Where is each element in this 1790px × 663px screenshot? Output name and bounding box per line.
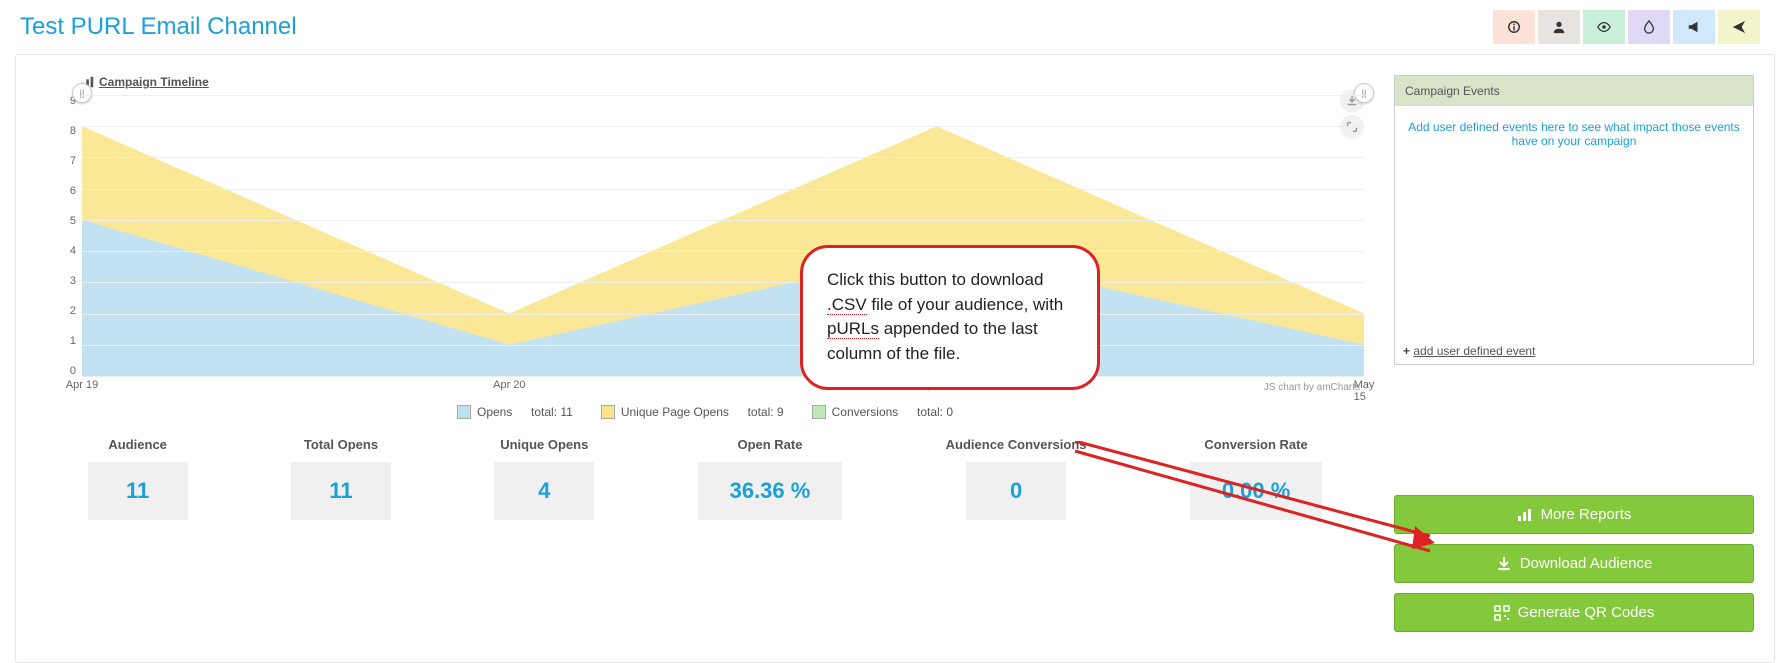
download-audience-button[interactable]: Download Audience (1394, 544, 1754, 583)
grid-line (82, 314, 1364, 315)
stat-tile: Audience 11 (88, 437, 188, 520)
stat-value: 36.36 % (698, 462, 843, 520)
stats-row: Audience 11 Total Opens 11 Unique Opens 4 Open… (36, 437, 1374, 520)
bullhorn-icon[interactable] (1673, 10, 1715, 44)
y-tick: 2 (46, 305, 76, 317)
stat-tile: Open Rate 36.36 % (698, 437, 843, 520)
legend-item[interactable]: Unique Page Opens total: 9 (601, 405, 784, 419)
grid-line (82, 189, 1364, 190)
stat-label: Open Rate (698, 437, 843, 452)
y-tick: 3 (46, 275, 76, 287)
stat-label: Conversion Rate (1190, 437, 1323, 452)
legend-item[interactable]: Opens total: 11 (457, 405, 573, 419)
stat-value: 11 (291, 462, 391, 520)
stat-tile: Unique Opens 4 (494, 437, 594, 520)
swatch-icon (601, 405, 615, 419)
y-tick: 1 (46, 335, 76, 347)
main-panel: Campaign Timeline 9 8 7 6 5 4 3 2 1 0 || || Apr 1… (15, 54, 1775, 663)
stat-value: 4 (494, 462, 594, 520)
send-icon[interactable] (1718, 10, 1760, 44)
header-icon-bar (1493, 10, 1760, 44)
stat-label: Total Opens (291, 437, 391, 452)
y-tick: 0 (46, 365, 76, 377)
grid-line (82, 220, 1364, 221)
more-reports-button[interactable]: More Reports (1394, 495, 1754, 534)
stat-value: 0 (966, 462, 1066, 520)
legend-label: Unique Page Opens (621, 405, 729, 419)
bars-icon (1517, 507, 1533, 523)
grid-line (82, 251, 1364, 252)
x-tick: Apr 19 (66, 379, 98, 391)
y-tick: 7 (46, 155, 76, 167)
events-body: Add user defined events here to see what… (1395, 106, 1753, 338)
grid-line (82, 157, 1364, 158)
chart-plot-area: || || (82, 95, 1364, 377)
add-event-link[interactable]: add user defined event (1413, 344, 1535, 358)
legend-label: Conversions (832, 405, 899, 419)
callout-text: Click this button to download (827, 270, 1043, 289)
callout-csv: .CSV (827, 295, 867, 315)
y-tick: 6 (46, 185, 76, 197)
events-header: Campaign Events (1395, 76, 1753, 106)
callout-purls: pURLs (827, 319, 879, 339)
generate-qr-button[interactable]: Generate QR Codes (1394, 593, 1754, 632)
y-tick: 4 (46, 245, 76, 257)
swatch-icon (457, 405, 471, 419)
stat-value: 11 (88, 462, 188, 520)
stat-tile: Audience Conversions 0 (946, 437, 1087, 520)
plus-icon: + (1403, 344, 1413, 358)
callout-annotation: Click this button to download .CSV file … (800, 245, 1100, 390)
stat-tile: Total Opens 11 (291, 437, 391, 520)
stat-tile: Conversion Rate 0.00 % (1190, 437, 1323, 520)
x-tick: Apr 20 (493, 379, 525, 391)
info-icon[interactable] (1493, 10, 1535, 44)
drop-icon[interactable] (1628, 10, 1670, 44)
stat-label: Unique Opens (494, 437, 594, 452)
page-title: Test PURL Email Channel (20, 13, 297, 41)
download-icon (1496, 556, 1512, 572)
timeline-title-text: Campaign Timeline (99, 75, 209, 89)
timeline-chart: 9 8 7 6 5 4 3 2 1 0 || || Apr 19Apr 20Apr 27May 1… (46, 95, 1374, 395)
range-slider-left[interactable]: || (72, 83, 92, 103)
y-tick: 5 (46, 215, 76, 227)
swatch-icon (812, 405, 826, 419)
y-axis: 9 8 7 6 5 4 3 2 1 0 (46, 95, 76, 377)
legend-item[interactable]: Conversions total: 0 (812, 405, 953, 419)
button-label: Download Audience (1520, 555, 1653, 572)
legend-total: total: 9 (748, 405, 784, 419)
legend-total: total: 0 (917, 405, 953, 419)
eye-icon[interactable] (1583, 10, 1625, 44)
range-slider-right[interactable]: || (1354, 83, 1374, 103)
chart-credit: JS chart by amCharts (1264, 382, 1360, 393)
chart-legend: Opens total: 11 Unique Page Opens total:… (36, 405, 1374, 419)
button-label: More Reports (1541, 506, 1632, 523)
legend-label: Opens (477, 405, 512, 419)
timeline-header[interactable]: Campaign Timeline (81, 75, 209, 89)
grid-line (82, 95, 1364, 96)
qr-icon (1494, 605, 1510, 621)
x-axis: Apr 19Apr 20Apr 27May 15 (82, 379, 1364, 395)
legend-total: total: 11 (531, 405, 573, 419)
grid-line (82, 126, 1364, 127)
grid-line (82, 282, 1364, 283)
campaign-events-panel: Campaign Events Add user defined events … (1394, 75, 1754, 365)
stat-label: Audience (88, 437, 188, 452)
callout-text: file of your audience, with (867, 295, 1064, 314)
stat-label: Audience Conversions (946, 437, 1087, 452)
stat-value: 0.00 % (1190, 462, 1323, 520)
grid-line (82, 345, 1364, 346)
grid-line (82, 376, 1364, 377)
button-label: Generate QR Codes (1518, 604, 1655, 621)
y-tick: 8 (46, 125, 76, 137)
y-tick: 9 (46, 95, 76, 107)
events-empty-message: Add user defined events here to see what… (1408, 120, 1740, 148)
user-icon[interactable] (1538, 10, 1580, 44)
